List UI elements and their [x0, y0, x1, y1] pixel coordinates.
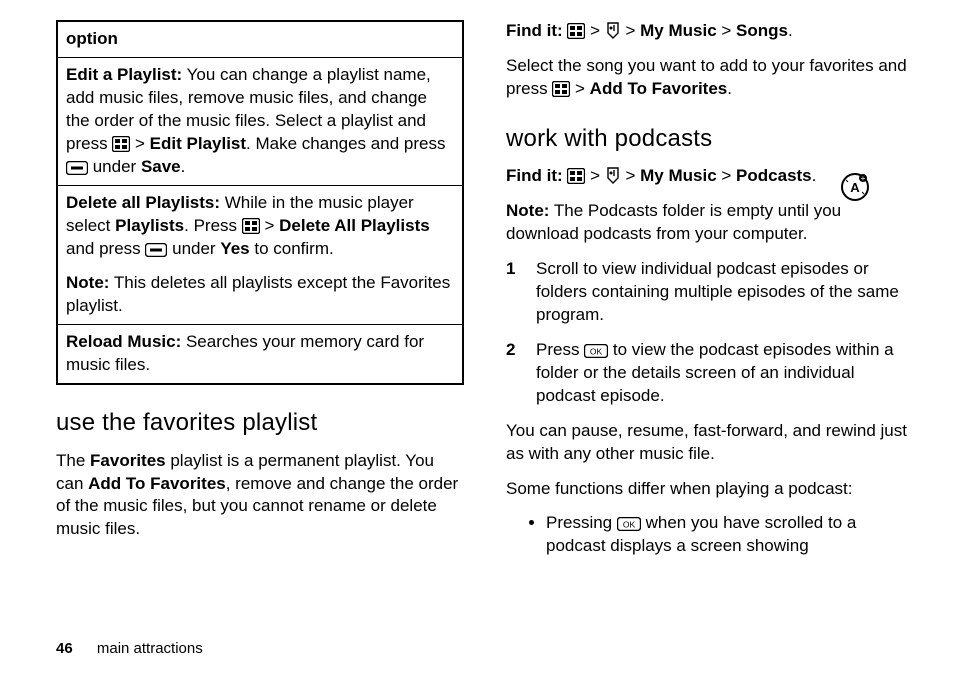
svg-text:OK: OK [590, 346, 603, 356]
edit-playlist-label: Edit Playlist [150, 134, 246, 153]
podcast-diff-intro: Some functions differ when playing a pod… [506, 478, 914, 501]
option-row-edit: Edit a Playlist: You can change a playli… [57, 57, 463, 185]
option-header: option [57, 21, 463, 57]
podcasts-heading: work with podcasts [506, 123, 914, 155]
playlists-label: Playlists [115, 216, 184, 235]
page-footer: 46 main attractions [56, 639, 203, 659]
save-label: Save [141, 157, 181, 176]
row-lead: Delete all Playlists: [66, 193, 220, 212]
find-it-songs: Find it: > > My Music > Songs. [506, 20, 914, 43]
svg-text:OK: OK [623, 520, 636, 530]
feature-badge-icon: A+ [840, 172, 870, 209]
note-lead: Note: [66, 273, 109, 292]
multimedia-icon [605, 166, 621, 184]
bullet-1: Pressing OK when you have scrolled to a … [546, 512, 914, 558]
softkey-icon [66, 161, 88, 175]
yes-label: Yes [220, 239, 249, 258]
step-2: Press OK to view the podcast episodes wi… [506, 339, 914, 408]
delete-all-label: Delete All Playlists [279, 216, 430, 235]
svg-text:+: + [861, 174, 866, 183]
ok-key-icon: OK [584, 344, 608, 358]
row-lead: Edit a Playlist: [66, 65, 182, 84]
add-favorites-instruction: Select the song you want to add to your … [506, 55, 914, 101]
ok-key-icon: OK [617, 517, 641, 531]
favorites-paragraph: The Favorites playlist is a permanent pl… [56, 450, 464, 542]
menu-icon [567, 23, 585, 39]
multimedia-icon [605, 21, 621, 39]
right-column: Find it: > > My Music > Songs. Select th… [506, 20, 914, 566]
row-lead: Reload Music: [66, 332, 181, 351]
section-name: main attractions [97, 640, 203, 657]
menu-icon [567, 168, 585, 184]
softkey-icon [145, 243, 167, 257]
podcast-bullets: Pressing OK when you have scrolled to a … [506, 512, 914, 558]
option-row-reload: Reload Music: Searches your memory card … [57, 325, 463, 384]
menu-icon [552, 81, 570, 97]
favorites-heading: use the favorites playlist [56, 407, 464, 439]
menu-icon [242, 218, 260, 234]
option-table: option Edit a Playlist: You can change a… [56, 20, 464, 385]
page-number: 46 [56, 640, 73, 657]
manual-page: option Edit a Playlist: You can change a… [0, 0, 954, 677]
menu-icon [112, 136, 130, 152]
podcast-steps: Scroll to view individual podcast episod… [506, 258, 914, 408]
podcast-playback-note: You can pause, resume, fast-forward, and… [506, 420, 914, 466]
two-column-layout: option Edit a Playlist: You can change a… [56, 20, 914, 566]
left-column: option Edit a Playlist: You can change a… [56, 20, 464, 566]
svg-text:A: A [850, 180, 860, 195]
step-1: Scroll to view individual podcast episod… [506, 258, 914, 327]
option-row-delete: Delete all Playlists: While in the music… [57, 185, 463, 325]
